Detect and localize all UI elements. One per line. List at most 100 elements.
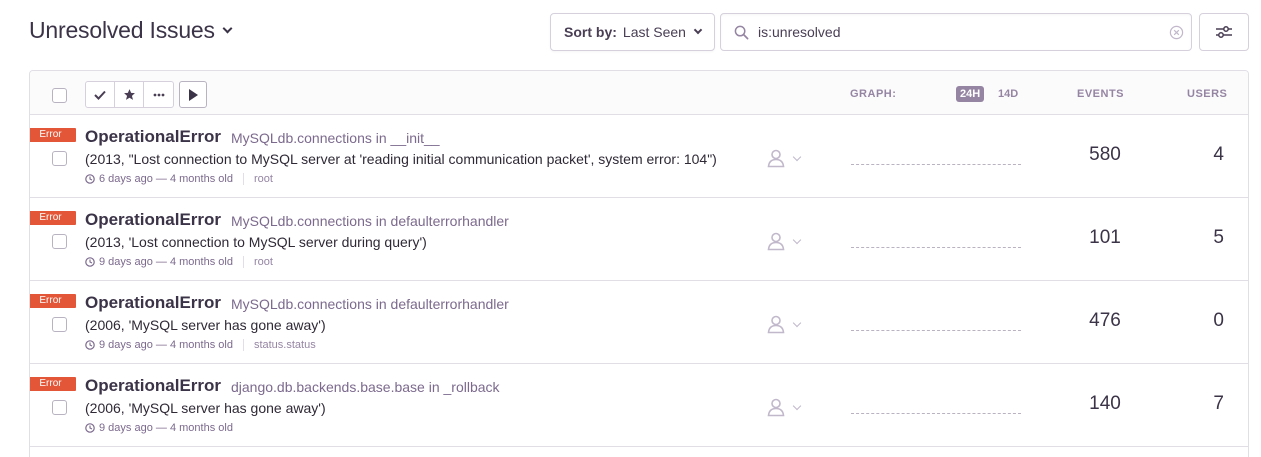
issue-checkbox[interactable] <box>52 151 67 166</box>
ellipsis-icon <box>153 93 164 96</box>
sliders-icon <box>1216 26 1232 38</box>
event-count: 101 <box>1089 227 1121 248</box>
user-icon <box>767 398 785 417</box>
issue-row[interactable]: Error OperationalError MySQLdb.connections… <box>30 281 1248 364</box>
play-icon <box>189 88 198 101</box>
issue-message: (2013, 'Lost connection to MySQL server … <box>85 234 427 250</box>
search-bar <box>720 13 1192 51</box>
issue-title[interactable]: OperationalError <box>85 376 221 396</box>
issue-culprit: django.db.backends.base.base in _rollbac… <box>231 379 500 395</box>
clock-icon <box>85 423 95 433</box>
last-seen: 9 days ago <box>99 256 153 268</box>
issue-title[interactable]: OperationalError <box>85 293 221 313</box>
issue-row[interactable]: Error OperationalError django.db.backends.… <box>30 364 1248 447</box>
meta-dash: — <box>152 422 170 434</box>
level-badge: Error <box>30 294 76 308</box>
meta-dash: — <box>152 339 170 351</box>
sort-dropdown[interactable]: Sort by: Last Seen <box>550 13 715 51</box>
resolve-button[interactable] <box>86 82 115 107</box>
chevron-down-icon <box>222 23 233 34</box>
issues-toolbar: GRAPH: 24H 14D EVENTS USERS <box>30 71 1248 115</box>
event-sparkline <box>851 164 1021 165</box>
more-actions-button[interactable] <box>144 82 173 107</box>
issue-culprit: MySQLdb.connections in __init__ <box>231 130 440 146</box>
meta-dash: — <box>152 173 170 185</box>
users-column-header: USERS <box>1187 88 1228 100</box>
graph-label: GRAPH: <box>850 88 897 100</box>
chevron-down-icon <box>792 235 802 244</box>
issue-message: (2006, 'MySQL server has gone away') <box>85 317 326 333</box>
first-seen-age: 4 months old <box>169 339 233 351</box>
issue-project[interactable]: status.status <box>254 339 316 351</box>
level-badge: Error <box>30 377 76 391</box>
issue-checkbox[interactable] <box>52 317 67 332</box>
last-seen: 9 days ago <box>99 339 153 351</box>
select-all-checkbox[interactable] <box>52 88 67 103</box>
issue-checkbox[interactable] <box>52 234 67 249</box>
clock-icon <box>85 257 95 267</box>
sort-value: Last Seen <box>622 24 686 40</box>
user-count: 7 <box>1213 393 1224 414</box>
chevron-down-icon <box>693 25 703 35</box>
issue-meta: 6 days ago — 4 months old root <box>85 173 273 185</box>
event-sparkline <box>851 330 1021 331</box>
event-sparkline <box>851 413 1021 414</box>
events-column-header: EVENTS <box>1077 88 1125 100</box>
event-sparkline <box>851 247 1021 248</box>
last-seen: 9 days ago <box>99 422 153 434</box>
page-title[interactable]: Unresolved Issues <box>29 17 233 44</box>
realtime-play-button[interactable] <box>179 81 207 108</box>
user-icon <box>767 149 785 168</box>
first-seen-age: 4 months old <box>169 256 233 268</box>
clock-icon <box>85 174 95 184</box>
assignee-selector[interactable] <box>766 231 802 251</box>
user-icon <box>767 315 785 334</box>
clear-search-icon[interactable] <box>1169 25 1184 40</box>
assignee-selector[interactable] <box>766 397 802 417</box>
meta-divider <box>242 173 244 185</box>
star-icon <box>123 89 135 100</box>
event-count: 580 <box>1089 144 1121 165</box>
chevron-down-icon <box>792 401 802 410</box>
bulk-action-group <box>85 81 174 108</box>
meta-divider <box>242 256 244 268</box>
chevron-down-icon <box>792 318 802 327</box>
issue-message: (2006, 'MySQL server has gone away') <box>85 400 326 416</box>
issue-culprit: MySQLdb.connections in defaulterrorhandl… <box>231 296 509 312</box>
last-seen: 6 days ago <box>99 173 153 185</box>
check-icon <box>94 90 106 100</box>
issue-meta: 9 days ago — 4 months old status.status <box>85 339 316 351</box>
meta-dash: — <box>152 256 170 268</box>
assignee-selector[interactable] <box>766 148 802 168</box>
event-count: 476 <box>1089 310 1121 331</box>
issue-message: (2013, "Lost connection to MySQL server … <box>85 151 717 167</box>
issue-title[interactable]: OperationalError <box>85 127 221 147</box>
user-icon <box>767 232 785 251</box>
filter-settings-button[interactable] <box>1199 13 1249 51</box>
issue-row[interactable]: Error OperationalError MySQLdb.connections… <box>30 198 1248 281</box>
user-count: 4 <box>1213 144 1224 165</box>
bookmark-button[interactable] <box>115 82 144 107</box>
issue-project[interactable]: root <box>254 256 273 268</box>
issue-project[interactable]: root <box>254 173 273 185</box>
meta-divider <box>242 339 244 351</box>
page-title-text: Unresolved Issues <box>29 17 215 43</box>
first-seen-age: 4 months old <box>169 173 233 185</box>
period-14d-toggle[interactable]: 14D <box>998 86 1018 102</box>
issues-panel: GRAPH: 24H 14D EVENTS USERS Error Operati… <box>29 70 1249 457</box>
search-input[interactable] <box>758 14 1158 50</box>
issue-meta: 9 days ago — 4 months old root <box>85 256 273 268</box>
issue-title[interactable]: OperationalError <box>85 210 221 230</box>
issue-culprit: MySQLdb.connections in defaulterrorhandl… <box>231 213 509 229</box>
level-badge: Error <box>30 211 76 225</box>
first-seen-age: 4 months old <box>169 422 233 434</box>
issue-checkbox[interactable] <box>52 400 67 415</box>
user-count: 0 <box>1213 310 1224 331</box>
event-count: 140 <box>1089 393 1121 414</box>
user-count: 5 <box>1213 227 1224 248</box>
issue-row[interactable]: Error OperationalError MySQLdb.connections… <box>30 115 1248 198</box>
assignee-selector[interactable] <box>766 314 802 334</box>
chevron-down-icon <box>792 152 802 161</box>
issue-meta: 9 days ago — 4 months old <box>85 422 233 434</box>
period-24h-toggle[interactable]: 24H <box>956 86 985 102</box>
